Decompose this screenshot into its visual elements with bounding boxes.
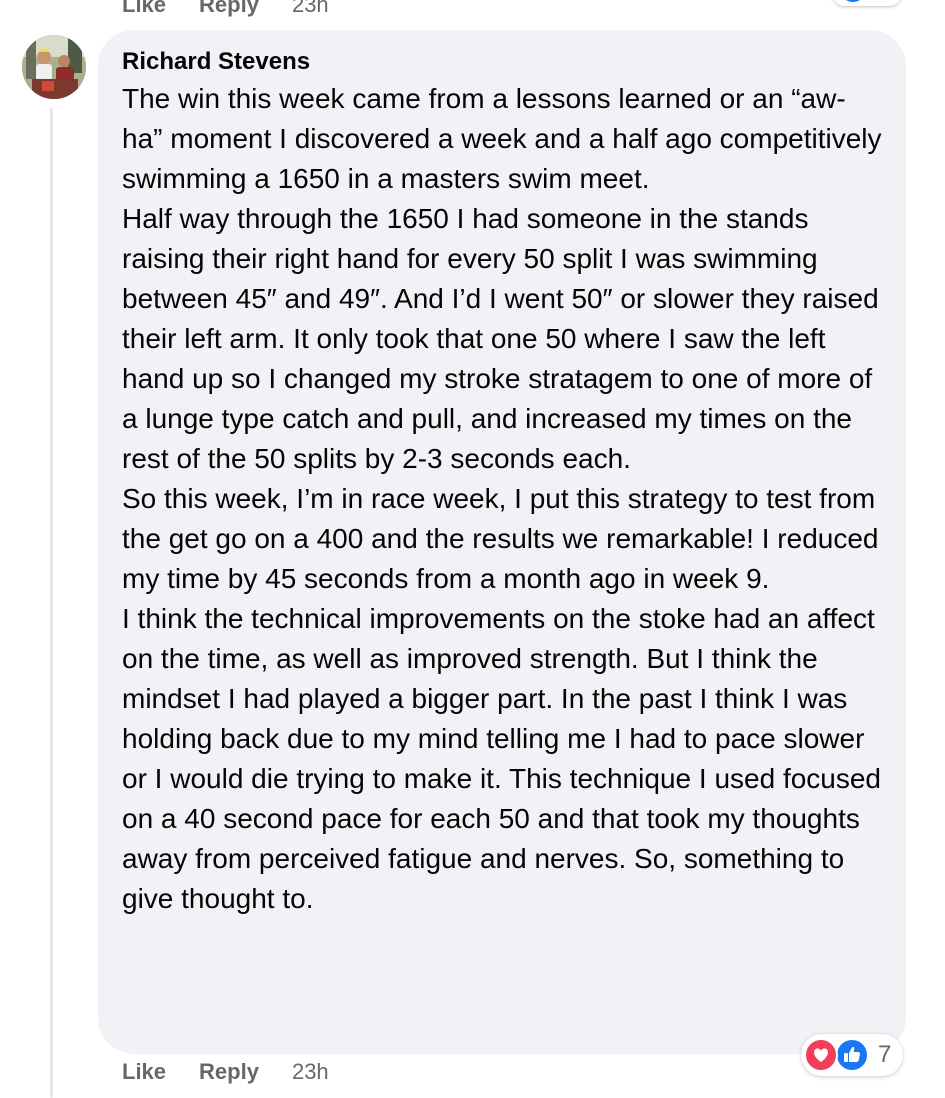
comment-paragraph: Half way through the 1650 I had someone …	[122, 203, 879, 474]
previous-timestamp[interactable]: 23h	[292, 0, 329, 18]
previous-reply-button[interactable]: Reply	[199, 0, 259, 18]
reactions-badge[interactable]: 7	[801, 1034, 903, 1076]
thread-line	[50, 108, 53, 1098]
avatar-photo	[22, 35, 86, 99]
previous-like-button[interactable]: Like	[122, 0, 166, 18]
comment-paragraph: I think the technical improvements on th…	[122, 603, 882, 914]
comment-paragraph: So this week, I’m in race week, I put th…	[122, 483, 879, 594]
reaction-count: 7	[878, 1041, 892, 1068]
like-icon	[840, 0, 866, 2]
like-icon	[835, 1038, 869, 1072]
comment-author[interactable]: Richard Stevens	[122, 47, 886, 77]
reply-button[interactable]: Reply	[199, 1057, 259, 1087]
previous-reactions-badge[interactable]	[832, 0, 902, 6]
comment-actions: Like Reply 23h	[122, 1057, 329, 1087]
comment-paragraph: The win this week came from a lessons le…	[122, 83, 882, 194]
previous-comment-actions: Like Reply 23h	[122, 0, 329, 18]
comment-timestamp[interactable]: 23h	[292, 1057, 329, 1087]
comment-body: The win this week came from a lessons le…	[122, 79, 886, 919]
love-icon	[804, 1038, 838, 1072]
like-button[interactable]: Like	[122, 1057, 166, 1087]
comment-bubble: Richard Stevens The win this week came f…	[98, 30, 906, 1054]
avatar[interactable]	[22, 35, 86, 99]
